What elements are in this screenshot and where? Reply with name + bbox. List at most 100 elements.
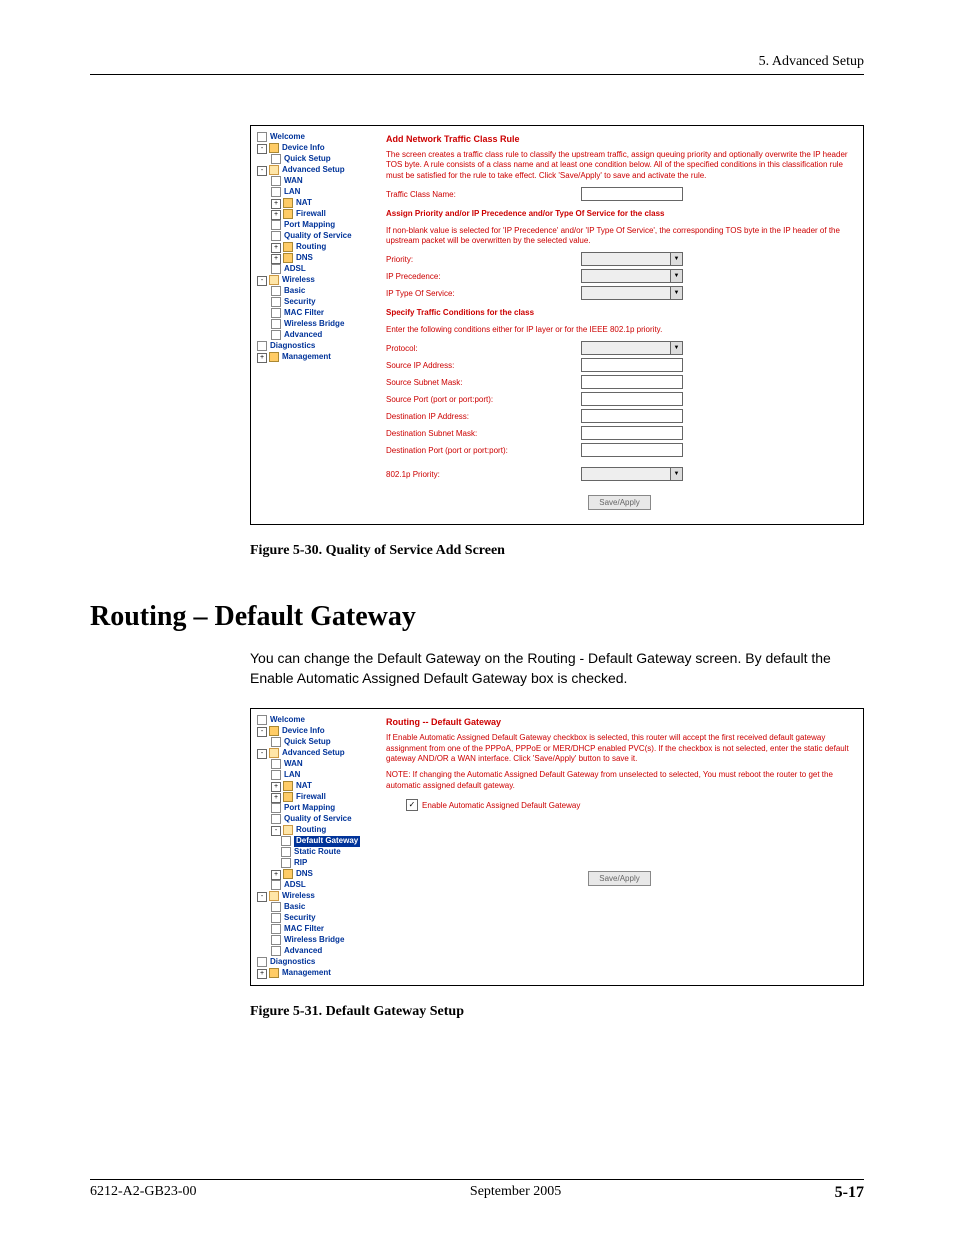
nav-item[interactable]: Diagnostics [257, 341, 372, 352]
nav-item[interactable]: -Wireless [257, 891, 372, 902]
nav-item[interactable]: LAN [257, 187, 372, 198]
nav-item[interactable]: ADSL [257, 880, 372, 891]
dest-port-input[interactable] [581, 443, 683, 457]
dest-mask-input[interactable] [581, 426, 683, 440]
nav-item[interactable]: Basic [257, 286, 372, 297]
nav-item[interactable]: Diagnostics [257, 957, 372, 968]
nav-item[interactable]: Wireless Bridge [257, 935, 372, 946]
nav-item[interactable]: - Device Info [257, 726, 372, 737]
expand-icon[interactable]: + [257, 969, 267, 979]
nav-item[interactable]: +DNS [257, 253, 372, 264]
ip-tos-select[interactable]: ▼ [581, 286, 683, 300]
nav-item[interactable]: ADSL [257, 264, 372, 275]
nav-item[interactable]: +Management [257, 968, 372, 979]
nav-label: LAN [284, 187, 300, 196]
expand-icon[interactable]: + [271, 782, 281, 792]
source-mask-input[interactable] [581, 375, 683, 389]
nav-item[interactable]: MAC Filter [257, 924, 372, 935]
nav-item[interactable]: Quality of Service [257, 231, 372, 242]
protocol-select[interactable]: ▼ [581, 341, 683, 355]
nav-tree-2: Welcome-Device InfoQuick Setup-Advanced … [251, 709, 376, 984]
nav-item[interactable]: Quick Setup [257, 737, 372, 748]
nav-item[interactable]: -Device Info [257, 143, 372, 154]
nav-item[interactable]: - Advanced Setup [257, 165, 372, 176]
nav-item[interactable]: -Routing [257, 825, 372, 836]
save-apply-button[interactable]: Save/Apply [588, 495, 650, 510]
ip-tos-label: IP Type Of Service: [386, 289, 581, 298]
nav-item[interactable]: Port Mapping [257, 220, 372, 231]
nav-item[interactable]: Quick Setup [257, 154, 372, 165]
nav-item[interactable]: WAN [257, 176, 372, 187]
nav-item[interactable]: Advanced [257, 330, 372, 341]
nav-item[interactable]: Welcome [257, 132, 372, 143]
nav-label: Diagnostics [270, 957, 315, 966]
expand-icon[interactable]: + [271, 243, 281, 253]
dest-ip-input[interactable] [581, 409, 683, 423]
nav-item[interactable]: WAN [257, 759, 372, 770]
page-icon [257, 957, 267, 967]
qos-add-pane: Add Network Traffic Class Rule The scree… [376, 126, 863, 524]
qos-add-screenshot: Welcome-Device InfoQuick Setup - Advanced … [250, 125, 864, 525]
nav-item[interactable]: Default Gateway [257, 836, 372, 847]
nav-label: Default Gateway [294, 836, 360, 847]
expand-icon[interactable]: + [271, 254, 281, 264]
expand-icon[interactable]: + [271, 870, 281, 880]
priority-label: Priority: [386, 255, 581, 264]
chevron-down-icon: ▼ [670, 468, 682, 480]
expand-icon[interactable]: - [257, 276, 267, 286]
nav-label: Quick Setup [284, 154, 331, 163]
nav-item[interactable]: LAN [257, 770, 372, 781]
nav-item[interactable]: +DNS [257, 869, 372, 880]
save-apply-button[interactable]: Save/Apply [588, 871, 650, 886]
nav-item[interactable]: -Wireless [257, 275, 372, 286]
nav-item[interactable]: Port Mapping [257, 803, 372, 814]
expand-icon[interactable]: + [271, 793, 281, 803]
nav-item[interactable]: Security [257, 913, 372, 924]
expand-icon[interactable]: - [257, 166, 267, 176]
page-icon [271, 935, 281, 945]
expand-icon[interactable]: - [271, 826, 281, 836]
nav-label: Welcome [270, 715, 305, 724]
nav-item[interactable]: Quality of Service [257, 814, 372, 825]
nav-item[interactable]: RIP [257, 858, 372, 869]
expand-icon[interactable]: + [271, 210, 281, 220]
nav-item[interactable]: -Advanced Setup [257, 748, 372, 759]
folder-icon [269, 726, 279, 736]
source-port-input[interactable] [581, 392, 683, 406]
expand-icon[interactable]: + [271, 199, 281, 209]
traffic-class-name-input[interactable] [581, 187, 683, 201]
page-icon [281, 836, 291, 846]
nav-item[interactable]: +Firewall [257, 209, 372, 220]
priority-select[interactable]: ▼ [581, 252, 683, 266]
expand-icon[interactable]: - [257, 749, 267, 759]
nav-item[interactable]: +NAT [257, 781, 372, 792]
enable-auto-checkbox[interactable]: ✓ [406, 799, 418, 811]
page-icon [271, 154, 281, 164]
nav-item[interactable]: + NAT [257, 198, 372, 209]
source-ip-input[interactable] [581, 358, 683, 372]
nav-label: Device Info [282, 726, 325, 735]
expand-icon[interactable]: + [257, 353, 267, 363]
nav-item[interactable]: Advanced [257, 946, 372, 957]
page-icon [271, 308, 281, 318]
nav-item[interactable]: Security [257, 297, 372, 308]
nav-item[interactable]: +Firewall [257, 792, 372, 803]
expand-icon[interactable]: - [257, 144, 267, 154]
nav-label: Security [284, 913, 316, 922]
nav-label: Advanced Setup [282, 165, 345, 174]
nav-item[interactable]: Static Route [257, 847, 372, 858]
nav-label: Static Route [294, 847, 341, 856]
nav-item[interactable]: Welcome [257, 715, 372, 726]
nav-item[interactable]: +Routing [257, 242, 372, 253]
ip-precedence-select[interactable]: ▼ [581, 269, 683, 283]
nav-label: NAT [296, 198, 312, 207]
nav-item[interactable]: Basic [257, 902, 372, 913]
expand-icon[interactable]: - [257, 727, 267, 737]
nav-item[interactable]: Wireless Bridge [257, 319, 372, 330]
nav-item[interactable]: +Management [257, 352, 372, 363]
source-mask-label: Source Subnet Mask: [386, 378, 581, 387]
expand-icon[interactable]: - [257, 892, 267, 902]
dot1p-select[interactable]: ▼ [581, 467, 683, 481]
chevron-down-icon: ▼ [670, 270, 682, 282]
nav-item[interactable]: MAC Filter [257, 308, 372, 319]
